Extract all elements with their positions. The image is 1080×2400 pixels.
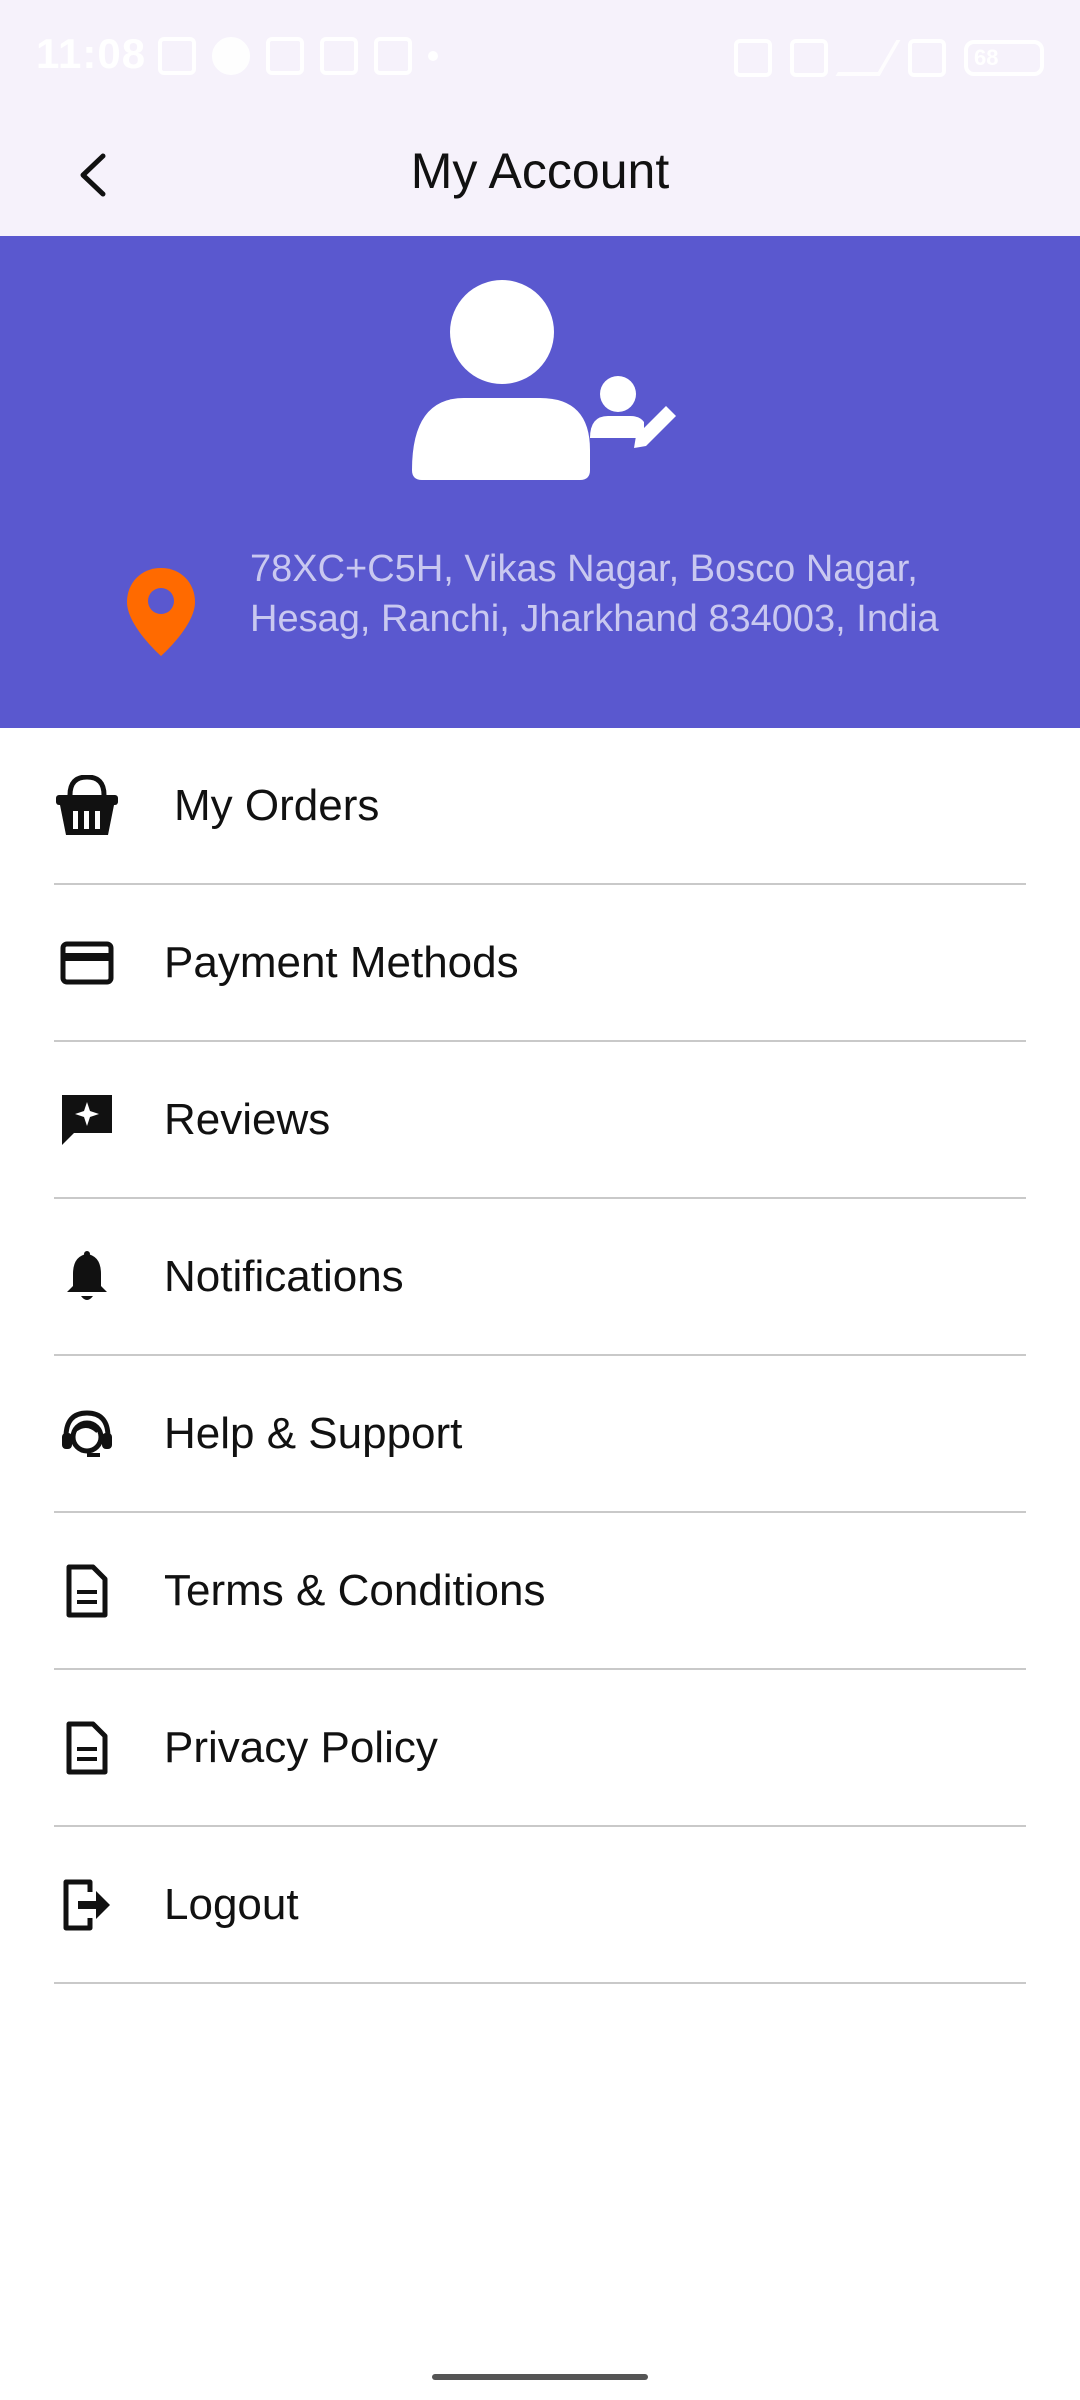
battery-icon: 68 bbox=[964, 40, 1044, 76]
news-icon bbox=[158, 37, 196, 75]
menu-item-help-support[interactable]: Help & Support bbox=[54, 1356, 1026, 1513]
sim-icon bbox=[790, 39, 828, 77]
menu-label: Privacy Policy bbox=[164, 1722, 438, 1772]
headset-icon bbox=[54, 1401, 120, 1467]
menu-item-terms-conditions[interactable]: Terms & Conditions bbox=[54, 1513, 1026, 1670]
menu-label: Notifications bbox=[164, 1251, 404, 1301]
warning-icon bbox=[320, 37, 358, 75]
menu-label: Logout bbox=[164, 1879, 299, 1929]
menu-item-logout[interactable]: Logout bbox=[54, 1827, 1026, 1984]
document-icon bbox=[54, 1558, 120, 1624]
battery-level: 68 bbox=[974, 45, 999, 70]
address-text: 78XC+C5H, Vikas Nagar, Bosco Nagar, Hesa… bbox=[250, 548, 939, 640]
avatar[interactable] bbox=[404, 280, 684, 480]
account-menu: My Orders Payment Methods Reviews Notifi… bbox=[0, 728, 1080, 1984]
menu-label: My Orders bbox=[174, 780, 380, 830]
menu-label: Reviews bbox=[164, 1094, 331, 1144]
status-notification-icons bbox=[158, 34, 438, 78]
app-bar: My Account bbox=[0, 118, 1080, 236]
menu-item-privacy-policy[interactable]: Privacy Policy bbox=[54, 1670, 1026, 1827]
status-time: 11:08 bbox=[36, 30, 147, 77]
credit-card-icon bbox=[54, 930, 120, 996]
missed-call-icon bbox=[266, 37, 304, 75]
bell-icon bbox=[54, 1244, 120, 1310]
mail-icon bbox=[374, 37, 412, 75]
menu-item-my-orders[interactable]: My Orders bbox=[54, 728, 1026, 885]
menu-item-payment-methods[interactable]: Payment Methods bbox=[54, 885, 1026, 1042]
document-icon bbox=[54, 1715, 120, 1781]
basket-icon bbox=[54, 773, 120, 839]
menu-label: Terms & Conditions bbox=[164, 1565, 546, 1615]
profile-header: 78XC+C5H, Vikas Nagar, Bosco Nagar, Hesa… bbox=[0, 236, 1080, 728]
home-indicator[interactable] bbox=[432, 2374, 648, 2380]
logout-icon bbox=[54, 1872, 120, 1938]
menu-item-notifications[interactable]: Notifications bbox=[54, 1199, 1026, 1356]
review-icon bbox=[54, 1087, 120, 1153]
menu-label: Payment Methods bbox=[164, 937, 519, 987]
menu-label: Help & Support bbox=[164, 1408, 463, 1458]
more-dot-icon bbox=[428, 51, 438, 61]
phone-icon bbox=[212, 37, 250, 75]
network-4g-icon bbox=[908, 39, 946, 77]
user-edit-icon bbox=[412, 280, 676, 480]
status-bar: 11:08 68 bbox=[0, 0, 1080, 118]
map-pin-icon bbox=[127, 568, 195, 656]
vibrate-icon bbox=[734, 39, 772, 77]
location-pin bbox=[124, 566, 198, 658]
menu-item-reviews[interactable]: Reviews bbox=[54, 1042, 1026, 1199]
page-title: My Account bbox=[410, 143, 670, 199]
signal-icon bbox=[835, 40, 901, 76]
status-system-icons: 68 bbox=[734, 36, 1044, 80]
